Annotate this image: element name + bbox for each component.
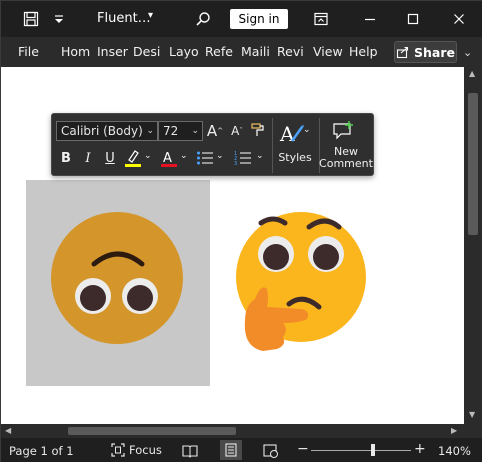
tab-insert[interactable]: Inser: [97, 44, 128, 59]
tab-help[interactable]: Help: [349, 44, 378, 59]
scroll-up-arrow-icon[interactable]: ▲: [469, 69, 475, 78]
new-comment-icon[interactable]: [330, 120, 356, 142]
svg-text:3: 3: [234, 161, 237, 166]
toolbar-divider: [272, 118, 273, 173]
tab-references[interactable]: Refe: [205, 44, 233, 59]
tab-view[interactable]: View: [313, 44, 343, 59]
emoji-face-left: [51, 212, 183, 344]
format-painter-icon[interactable]: [248, 120, 268, 140]
styles-label[interactable]: Styles: [274, 152, 316, 164]
new-comment-label-line2: Comment: [319, 157, 373, 170]
font-name-value: Calibri (Body): [61, 124, 143, 138]
chevron-down-icon[interactable]: ⌄: [144, 151, 152, 161]
scrollbar-corner: [464, 424, 482, 438]
share-button[interactable]: Share: [394, 41, 457, 63]
scroll-right-arrow-icon[interactable]: ▶: [451, 426, 457, 435]
sign-in-button[interactable]: Sign in: [230, 9, 288, 29]
chevron-down-icon[interactable]: ⌄: [216, 151, 224, 161]
zoom-in-icon[interactable]: +: [414, 441, 426, 457]
numbering-icon[interactable]: 123: [232, 148, 254, 168]
shrink-font-icon[interactable]: Aˇ: [227, 121, 247, 141]
read-mode-icon[interactable]: [182, 443, 198, 462]
share-label: Share: [414, 44, 455, 60]
document-canvas[interactable]: Calibri (Body) ⌄ 72 ⌄ A^ Aˇ B I U ⌄ A ⌄: [1, 67, 464, 424]
floating-mini-toolbar: Calibri (Body) ⌄ 72 ⌄ A^ Aˇ B I U ⌄ A ⌄: [51, 113, 374, 176]
focus-label: Focus: [129, 443, 162, 457]
tab-layout[interactable]: Layo: [169, 44, 199, 59]
maximize-button[interactable]: [402, 8, 424, 30]
document-title[interactable]: Fluent…: [97, 11, 151, 26]
focus-button[interactable]: Focus: [111, 443, 162, 457]
ribbon-tabs: File Hom Inser Desi Layo Refe Maili Revi…: [1, 37, 482, 67]
chevron-down-icon[interactable]: ⌄: [256, 151, 264, 161]
share-icon: [396, 46, 409, 59]
chevron-down-icon[interactable]: ⌄: [191, 122, 199, 140]
tab-mailings[interactable]: Maili: [241, 44, 270, 59]
font-color-icon[interactable]: A: [158, 147, 180, 169]
chevron-down-icon[interactable]: ⌄: [463, 46, 472, 59]
underline-icon[interactable]: U: [102, 148, 118, 168]
vertical-scrollbar[interactable]: ▲ ▼: [464, 67, 482, 424]
horizontal-scrollbar[interactable]: ◀ ▶: [1, 424, 464, 438]
italic-icon[interactable]: I: [80, 148, 96, 168]
font-size-select[interactable]: 72 ⌄: [158, 121, 203, 141]
thinking-face-emoji-image[interactable]: [231, 209, 373, 351]
bold-icon[interactable]: B: [58, 148, 74, 168]
focus-icon: [111, 443, 125, 457]
chevron-down-icon[interactable]: ⌄: [303, 125, 311, 135]
svg-text:A: A: [279, 122, 295, 145]
chevron-down-icon[interactable]: ⌄: [146, 122, 154, 140]
zoom-level[interactable]: 140%: [438, 444, 471, 458]
minimize-button[interactable]: [359, 8, 381, 30]
emoji-image-left[interactable]: [26, 180, 210, 386]
search-icon[interactable]: [193, 9, 213, 29]
customize-quick-access-icon[interactable]: [49, 9, 69, 29]
web-layout-icon[interactable]: [263, 443, 279, 462]
tab-review[interactable]: Revi: [277, 44, 304, 59]
tab-design[interactable]: Desi: [133, 44, 160, 59]
highlighter-icon[interactable]: [122, 147, 144, 169]
tab-home[interactable]: Hom: [61, 44, 90, 59]
bullets-icon[interactable]: [194, 148, 216, 168]
font-name-select[interactable]: Calibri (Body) ⌄: [56, 121, 158, 141]
status-bar: Page 1 of 1 Focus − + 140%: [1, 438, 482, 462]
new-comment-button[interactable]: New Comment: [318, 146, 374, 170]
font-size-value: 72: [163, 124, 179, 138]
chevron-down-icon[interactable]: ⌄: [180, 151, 188, 161]
tab-file[interactable]: File: [18, 44, 39, 59]
zoom-slider[interactable]: [311, 444, 411, 456]
word-window: Fluent… ▾ Sign in File Hom Inser Desi La…: [0, 0, 482, 462]
chevron-down-icon[interactable]: ▾: [148, 10, 153, 21]
print-layout-icon[interactable]: [220, 440, 242, 460]
vertical-scroll-thumb[interactable]: [468, 93, 478, 235]
grow-font-icon[interactable]: A ^: [205, 121, 225, 141]
close-button[interactable]: [448, 8, 470, 30]
zoom-slider-thumb[interactable]: [371, 444, 375, 456]
page-count[interactable]: Page 1 of 1: [9, 444, 74, 458]
svg-text:A: A: [163, 151, 172, 166]
zoom-out-icon[interactable]: −: [297, 441, 309, 457]
scroll-down-arrow-icon[interactable]: ▼: [469, 410, 475, 419]
horizontal-scroll-thumb[interactable]: [68, 427, 236, 435]
ribbon-display-options-icon[interactable]: [311, 9, 331, 29]
scroll-left-arrow-icon[interactable]: ◀: [5, 426, 11, 435]
save-icon[interactable]: [21, 9, 41, 29]
title-bar: Fluent… ▾ Sign in: [1, 1, 482, 37]
